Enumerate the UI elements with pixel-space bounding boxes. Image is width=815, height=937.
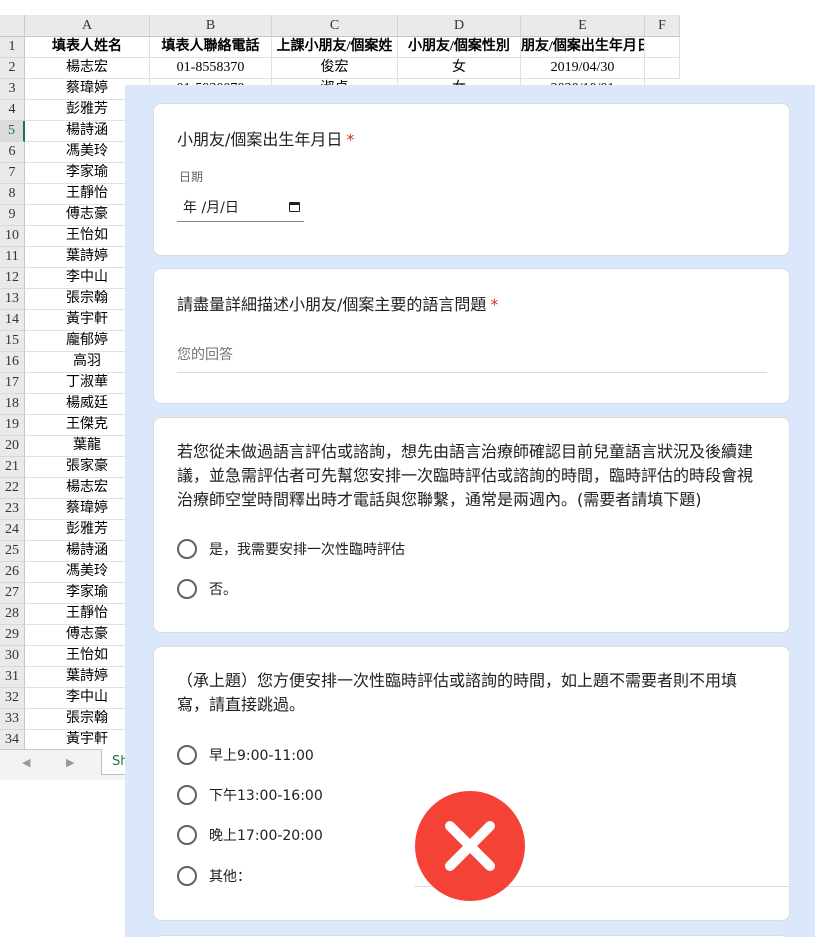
radio-option-evening[interactable]: 晚上17:00-20:00 <box>177 824 323 846</box>
row-header[interactable]: 30 <box>0 646 25 667</box>
row-header[interactable]: 7 <box>0 163 25 184</box>
radio-option-yes[interactable]: 是，我需要安排一次性臨時評估 <box>177 538 405 560</box>
row-header[interactable]: 23 <box>0 499 25 520</box>
row-header[interactable]: 11 <box>0 247 25 268</box>
row-header[interactable]: 31 <box>0 667 25 688</box>
row-header[interactable]: 33 <box>0 709 25 730</box>
cell-f2[interactable] <box>645 58 680 79</box>
option-label: 晚上17:00-20:00 <box>209 828 323 844</box>
close-x-icon <box>415 791 525 901</box>
option-label: 其他： <box>209 869 251 885</box>
question-card-temp-assessment: 若您從未做過語言評估或諮詢，想先由語言治療師確認目前兒童語言狀況及後續建議，並急… <box>153 417 790 633</box>
sheet-nav-arrows-icon[interactable]: ◀ ▶ <box>22 756 90 769</box>
row-header[interactable]: 4 <box>0 100 25 121</box>
row-header[interactable]: 3 <box>0 79 25 100</box>
required-asterisk: * <box>346 130 355 149</box>
calendar-icon[interactable] <box>289 202 300 212</box>
date-sublabel: 日期 <box>179 170 204 184</box>
option-label: 是，我需要安排一次性臨時評估 <box>209 542 405 558</box>
name-cell[interactable]: 楊志宏 <box>25 58 150 79</box>
column-header-e[interactable]: E <box>521 15 645 37</box>
cell-e1[interactable]: 朋友/個案出生年月日 <box>521 37 645 58</box>
option-label: 早上9:00-11:00 <box>209 748 314 764</box>
question-card-language-problem: 請盡量詳細描述小朋友/個案主要的語言問題 * 您的回答 <box>153 268 790 404</box>
question-text: （承上題）您方便安排一次性臨時評估或諮詢的時間，如上題不需要者則不用填寫，請直接… <box>177 671 738 714</box>
row-header[interactable]: 28 <box>0 604 25 625</box>
column-header-b[interactable]: B <box>150 15 272 37</box>
row-header[interactable]: 17 <box>0 373 25 394</box>
row-header[interactable]: 22 <box>0 478 25 499</box>
cell-f1[interactable] <box>645 37 680 58</box>
cell-c1[interactable]: 上課小朋友/個案姓 <box>272 37 398 58</box>
select-all-corner[interactable] <box>0 15 25 37</box>
required-asterisk: * <box>490 295 499 314</box>
x-mark-icon <box>445 821 495 871</box>
cell-b1[interactable]: 填表人聯絡電話 <box>150 37 272 58</box>
radio-option-morning[interactable]: 早上9:00-11:00 <box>177 744 314 766</box>
row-header[interactable]: 19 <box>0 415 25 436</box>
date-input[interactable]: 年 /月/日 <box>177 194 304 222</box>
radio-option-afternoon[interactable]: 下午13:00-16:00 <box>177 784 323 806</box>
row-header[interactable]: 13 <box>0 289 25 310</box>
radio-option-other[interactable]: 其他： <box>177 865 251 887</box>
radio-option-no[interactable]: 否。 <box>177 578 237 600</box>
row-header[interactable]: 18 <box>0 394 25 415</box>
row-header[interactable]: 26 <box>0 562 25 583</box>
question-title: 小朋友/個案出生年月日 * <box>177 128 354 152</box>
question-text: 若您從未做過語言評估或諮詢，想先由語言治療師確認目前兒童語言狀況及後續建議，並急… <box>177 442 754 509</box>
row-header[interactable]: 10 <box>0 226 25 247</box>
cell-e2[interactable]: 2019/04/30 <box>521 58 645 79</box>
row-header[interactable]: 25 <box>0 541 25 562</box>
column-header-d[interactable]: D <box>398 15 521 37</box>
radio-button-icon[interactable] <box>177 866 197 886</box>
sheet-top-strip <box>0 0 680 15</box>
cell-a1[interactable]: 填表人姓名 <box>25 37 150 58</box>
row-header[interactable]: 16 <box>0 352 25 373</box>
row-header[interactable]: 29 <box>0 625 25 646</box>
row-header[interactable]: 5 <box>0 121 25 142</box>
option-label: 下午13:00-16:00 <box>209 788 323 804</box>
cell-c2[interactable]: 俊宏 <box>272 58 398 79</box>
question-title: 請盡量詳細描述小朋友/個案主要的語言問題 * <box>177 293 498 317</box>
radio-button-icon[interactable] <box>177 579 197 599</box>
option-label: 否。 <box>209 582 237 598</box>
row-header[interactable]: 34 <box>0 730 25 751</box>
date-placeholder: 年 /月/日 <box>183 200 239 216</box>
row-header[interactable]: 15 <box>0 331 25 352</box>
row-header[interactable]: 2 <box>0 58 25 79</box>
radio-button-icon[interactable] <box>177 785 197 805</box>
cell-d2[interactable]: 女 <box>398 58 521 79</box>
row-header[interactable]: 27 <box>0 583 25 604</box>
cell-d1[interactable]: 小朋友/個案性別 <box>398 37 521 58</box>
column-header-c[interactable]: C <box>272 15 398 37</box>
radio-button-icon[interactable] <box>177 745 197 765</box>
column-header-a[interactable]: A <box>25 15 150 37</box>
question-title-text: 小朋友/個案出生年月日 <box>177 130 343 149</box>
short-answer-input[interactable]: 您的回答 <box>177 343 767 373</box>
row-header[interactable]: 24 <box>0 520 25 541</box>
row-header[interactable]: 8 <box>0 184 25 205</box>
question-card-birth-date: 小朋友/個案出生年月日 * 日期 年 /月/日 <box>153 103 790 256</box>
row-header[interactable]: 12 <box>0 268 25 289</box>
row-header[interactable]: 14 <box>0 310 25 331</box>
column-header-f[interactable]: F <box>645 15 680 37</box>
radio-button-icon[interactable] <box>177 539 197 559</box>
row-header[interactable]: 20 <box>0 436 25 457</box>
row-header[interactable]: 21 <box>0 457 25 478</box>
cell-b2[interactable]: 01-8558370 <box>150 58 272 79</box>
row-header[interactable]: 9 <box>0 205 25 226</box>
row-header[interactable]: 1 <box>0 37 25 58</box>
question-title-text: 請盡量詳細描述小朋友/個案主要的語言問題 <box>177 295 487 314</box>
radio-button-icon[interactable] <box>177 825 197 845</box>
row-header[interactable]: 6 <box>0 142 25 163</box>
row-header[interactable]: 32 <box>0 688 25 709</box>
